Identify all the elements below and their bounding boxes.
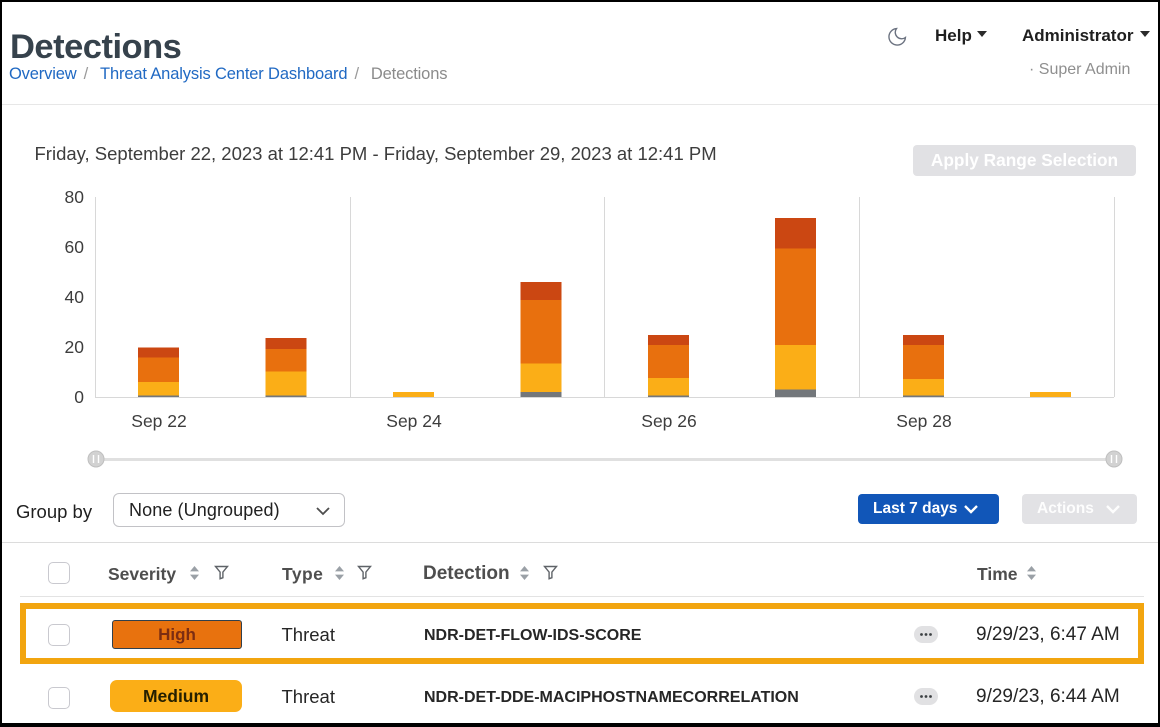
svg-text:Sep 28: Sep 28 xyxy=(896,411,951,431)
svg-text:Sep 24: Sep 24 xyxy=(386,411,442,431)
svg-text:Sep 22: Sep 22 xyxy=(131,411,186,431)
svg-text:60: 60 xyxy=(65,237,85,257)
svg-text:20: 20 xyxy=(65,337,85,357)
svg-text:80: 80 xyxy=(65,187,85,207)
svg-text:40: 40 xyxy=(65,287,85,307)
svg-text:0: 0 xyxy=(74,387,84,407)
svg-text:Sep 26: Sep 26 xyxy=(641,411,696,431)
